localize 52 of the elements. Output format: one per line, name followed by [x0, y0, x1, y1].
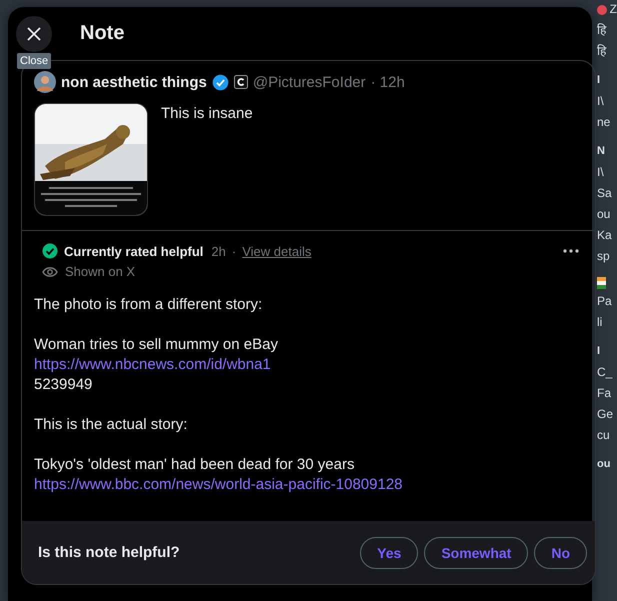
- note-text: 5239949: [34, 375, 94, 395]
- close-icon: [26, 26, 42, 42]
- fragment-text: C_: [597, 364, 614, 381]
- post-time: · 12h: [370, 74, 405, 90]
- more-icon[interactable]: [563, 249, 579, 253]
- rating-option[interactable]: Somewhat: [424, 536, 528, 568]
- note-text: The photo is from a different story:: [34, 295, 264, 315]
- fragment-text: I\: [597, 164, 605, 181]
- fragment-text: I: [597, 73, 602, 88]
- visibility-label: Shown on X: [65, 264, 136, 279]
- flag-icon: [597, 277, 606, 289]
- verified-icon: [212, 74, 229, 90]
- author-handle[interactable]: @PicturesFoIder: [252, 74, 366, 90]
- fragment-text: ou: [597, 457, 612, 472]
- close-button[interactable]: [16, 16, 52, 52]
- fragment-text: sp: [597, 248, 611, 265]
- fragment-text: Ka: [597, 227, 613, 244]
- note-text: Tokyo's 'oldest man' had been dead for 30 years: [34, 455, 356, 475]
- author-name[interactable]: non aesthetic things: [61, 74, 207, 90]
- rating-option[interactable]: No: [534, 536, 587, 568]
- avatar: [34, 71, 56, 93]
- fragment-text: Pa: [597, 293, 613, 310]
- fragment-text: N: [597, 144, 606, 159]
- avatar-icon: [597, 4, 607, 14]
- note-link[interactable]: https://www.bbc.com/news/world-asia-pacific-10809128: [34, 475, 583, 495]
- separator: ·: [232, 244, 236, 258]
- fragment-text: ou: [597, 206, 612, 223]
- fragment-text: li: [597, 314, 604, 331]
- note-status: Currently rated helpful: [64, 244, 204, 258]
- affiliate-badge-icon: [234, 75, 248, 89]
- view-details-link[interactable]: View details: [242, 244, 312, 258]
- dialog-title: Note: [80, 22, 124, 45]
- note-age: 2h: [211, 244, 226, 258]
- fragment-text: Z: [610, 1, 617, 18]
- fragment-text: हि: [597, 22, 608, 39]
- fragment-text: Fa: [597, 385, 612, 402]
- post-text: This is insane: [161, 105, 253, 124]
- eye-icon: [42, 266, 58, 278]
- note-link[interactable]: https://www.nbcnews.com/id/wbna1: [34, 355, 583, 375]
- rating-question: Is this note helpful?: [38, 544, 180, 561]
- close-tooltip: Close: [17, 53, 52, 69]
- fragment-text: I\: [597, 93, 605, 110]
- fragment-text: Ge: [597, 406, 614, 423]
- note-text: Woman tries to sell mummy on eBay: [34, 335, 279, 355]
- note-text: This is the actual story:: [34, 415, 188, 435]
- fragment-text: Sa: [597, 185, 613, 202]
- fragment-text: cu: [597, 427, 611, 444]
- fragment-text: हि: [597, 43, 608, 60]
- check-icon: [42, 243, 58, 259]
- fragment-text: I: [597, 344, 602, 359]
- rating-option[interactable]: Yes: [360, 536, 418, 568]
- fragment-text: ne: [597, 114, 612, 131]
